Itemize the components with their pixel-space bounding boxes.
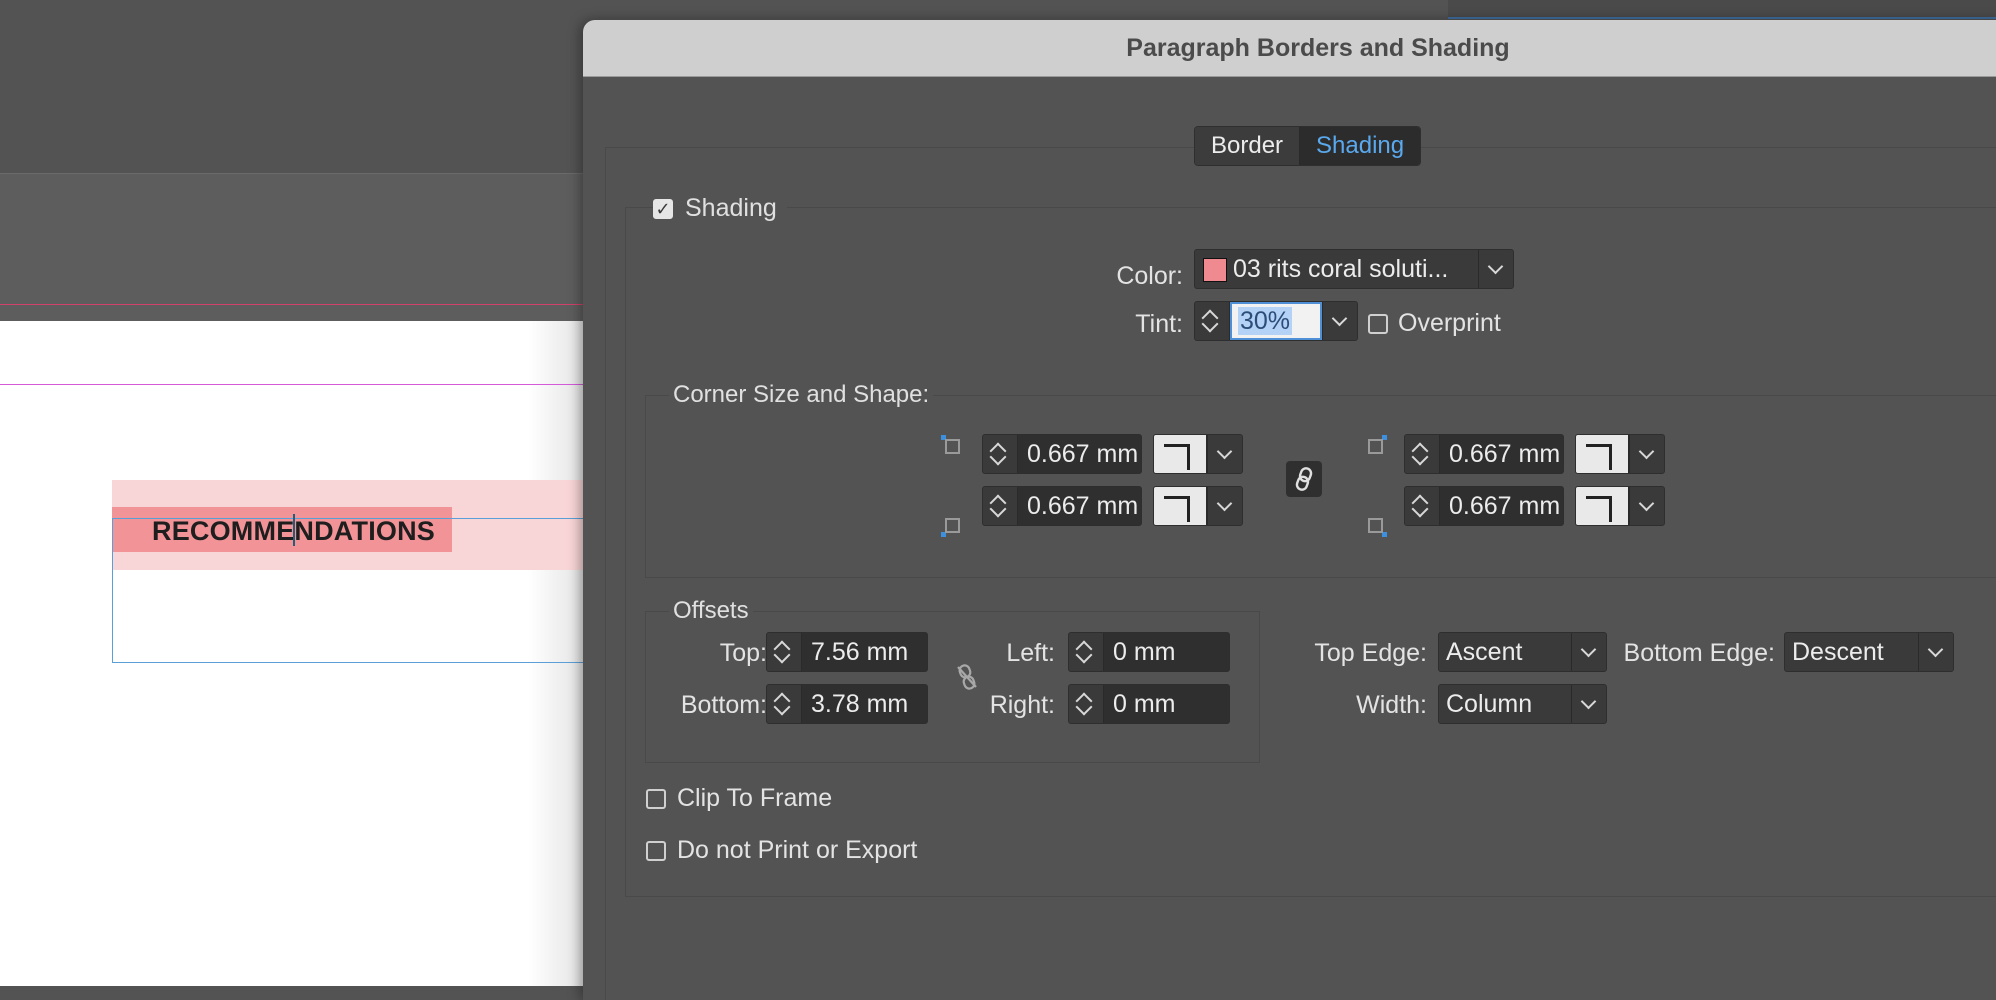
corner-shape-icon (1576, 435, 1629, 473)
overprint-label: Overprint (1398, 309, 1501, 337)
paragraph-borders-dialog: Paragraph Borders and Shading Border Sha… (583, 20, 1996, 1000)
bleed-guide (0, 304, 600, 305)
background-panel-strip (1448, 0, 1996, 19)
chevron-down-icon[interactable] (1571, 633, 1606, 671)
corner-shape-icon (1576, 487, 1629, 525)
top-right-corner-size-value[interactable]: 0.667 mm (1440, 435, 1563, 473)
offset-left-field[interactable]: 0 mm (1068, 632, 1230, 672)
top-left-corner-shape-select[interactable] (1153, 434, 1243, 474)
chevron-down-icon[interactable] (1322, 302, 1357, 340)
offset-right-field[interactable]: 0 mm (1068, 684, 1230, 724)
chevron-down-icon[interactable] (1918, 633, 1953, 671)
overprint-toggle[interactable]: Overprint (1368, 309, 1501, 338)
tab-shading[interactable]: Shading (1299, 127, 1421, 165)
text-after-caret: NDATIONS (294, 516, 436, 546)
shading-toggle[interactable]: ✓ Shading (653, 194, 787, 223)
chevron-down-icon[interactable] (1478, 250, 1513, 288)
chevron-down-icon[interactable] (1207, 487, 1242, 525)
top-left-corner-size-field[interactable]: 0.667 mm (982, 434, 1142, 474)
color-select[interactable]: 03 rits coral soluti... (1194, 249, 1514, 289)
tab-border[interactable]: Border (1195, 127, 1300, 165)
bottom-left-corner-shape-select[interactable] (1153, 486, 1243, 526)
top-edge-value: Ascent (1446, 638, 1523, 666)
stepper-icon[interactable] (767, 633, 802, 671)
stepper-icon[interactable] (1069, 685, 1104, 723)
bottom-edge-select[interactable]: Descent (1784, 632, 1954, 672)
shading-checkbox[interactable]: ✓ (653, 198, 673, 219)
tint-input[interactable]: 30% (1230, 302, 1322, 340)
bottom-right-corner-icon (1368, 518, 1387, 537)
bottom-edge-value: Descent (1792, 638, 1884, 666)
dialog-title: Paragraph Borders and Shading (1126, 34, 1510, 62)
offset-bottom-field[interactable]: 3.78 mm (766, 684, 928, 724)
clip-to-frame-checkbox[interactable] (646, 788, 666, 809)
bottom-right-corner-shape-select[interactable] (1575, 486, 1665, 526)
top-edge-label: Top Edge: (1314, 639, 1427, 667)
do-not-print-checkbox[interactable] (646, 840, 666, 861)
tint-label: Tint: (1135, 310, 1183, 338)
do-not-print-label: Do not Print or Export (677, 836, 918, 864)
bottom-left-corner-size-value[interactable]: 0.667 mm (1018, 487, 1141, 525)
do-not-print-toggle[interactable]: Do not Print or Export (646, 836, 917, 865)
offset-top-label: Top: (719, 639, 767, 667)
offset-left-label: Left: (1006, 639, 1055, 667)
bottom-right-corner-size-value[interactable]: 0.667 mm (1440, 487, 1563, 525)
chevron-down-icon[interactable] (1629, 487, 1664, 525)
bottom-right-corner-size-field[interactable]: 0.667 mm (1404, 486, 1564, 526)
chevron-down-icon[interactable] (1207, 435, 1242, 473)
offset-right-value[interactable]: 0 mm (1104, 685, 1229, 723)
chevron-down-icon[interactable] (1629, 435, 1664, 473)
overprint-checkbox[interactable] (1368, 313, 1388, 334)
offset-right-label: Right: (989, 691, 1055, 719)
offset-bottom-value[interactable]: 3.78 mm (802, 685, 927, 723)
tint-field[interactable]: 30% (1194, 301, 1358, 341)
shading-label: Shading (681, 194, 781, 223)
chevron-down-icon[interactable] (1571, 685, 1606, 723)
corner-group-label: Corner Size and Shape: (669, 381, 934, 409)
top-right-corner-size-field[interactable]: 0.667 mm (1404, 434, 1564, 474)
corner-shape-icon (1154, 435, 1207, 473)
tint-value: 30% (1238, 307, 1293, 335)
top-left-corner-icon (941, 435, 960, 454)
corner-shape-icon (1154, 487, 1207, 525)
stepper-icon[interactable] (1405, 435, 1440, 473)
margin-guide (0, 384, 600, 385)
stepper-icon[interactable] (983, 435, 1018, 473)
text-before-caret: RECOMME (152, 516, 295, 546)
top-left-corner-size-value[interactable]: 0.667 mm (1018, 435, 1141, 473)
width-value: Column (1446, 690, 1533, 718)
color-label: Color: (1116, 262, 1183, 290)
tint-stepper-icon[interactable] (1195, 302, 1230, 340)
offset-left-value[interactable]: 0 mm (1104, 633, 1229, 671)
bottom-edge-label: Bottom Edge: (1623, 639, 1775, 667)
top-right-corner-icon (1368, 435, 1387, 454)
chain-link-icon (1295, 467, 1313, 491)
bottom-left-corner-size-field[interactable]: 0.667 mm (982, 486, 1142, 526)
link-corners-button[interactable] (1286, 461, 1322, 497)
top-right-corner-shape-select[interactable] (1575, 434, 1665, 474)
color-swatch (1203, 258, 1227, 282)
stepper-icon[interactable] (767, 685, 802, 723)
paragraph-text[interactable]: RECOMMENDATIONS (152, 514, 435, 547)
stepper-icon[interactable] (983, 487, 1018, 525)
stepper-icon[interactable] (1069, 633, 1104, 671)
bottom-left-corner-icon (941, 518, 960, 537)
offset-top-field[interactable]: 7.56 mm (766, 632, 928, 672)
width-select[interactable]: Column (1438, 684, 1607, 724)
offset-top-value[interactable]: 7.56 mm (802, 633, 927, 671)
clip-to-frame-label: Clip To Frame (677, 784, 833, 812)
offset-bottom-label: Bottom: (680, 691, 767, 719)
clip-to-frame-toggle[interactable]: Clip To Frame (646, 784, 832, 813)
tab-bar: Border Shading (1194, 126, 1422, 166)
top-edge-select[interactable]: Ascent (1438, 632, 1607, 672)
stepper-icon[interactable] (1405, 487, 1440, 525)
width-label: Width: (1356, 691, 1427, 719)
color-value: 03 rits coral soluti... (1233, 255, 1449, 283)
offsets-group-label: Offsets (669, 597, 753, 625)
